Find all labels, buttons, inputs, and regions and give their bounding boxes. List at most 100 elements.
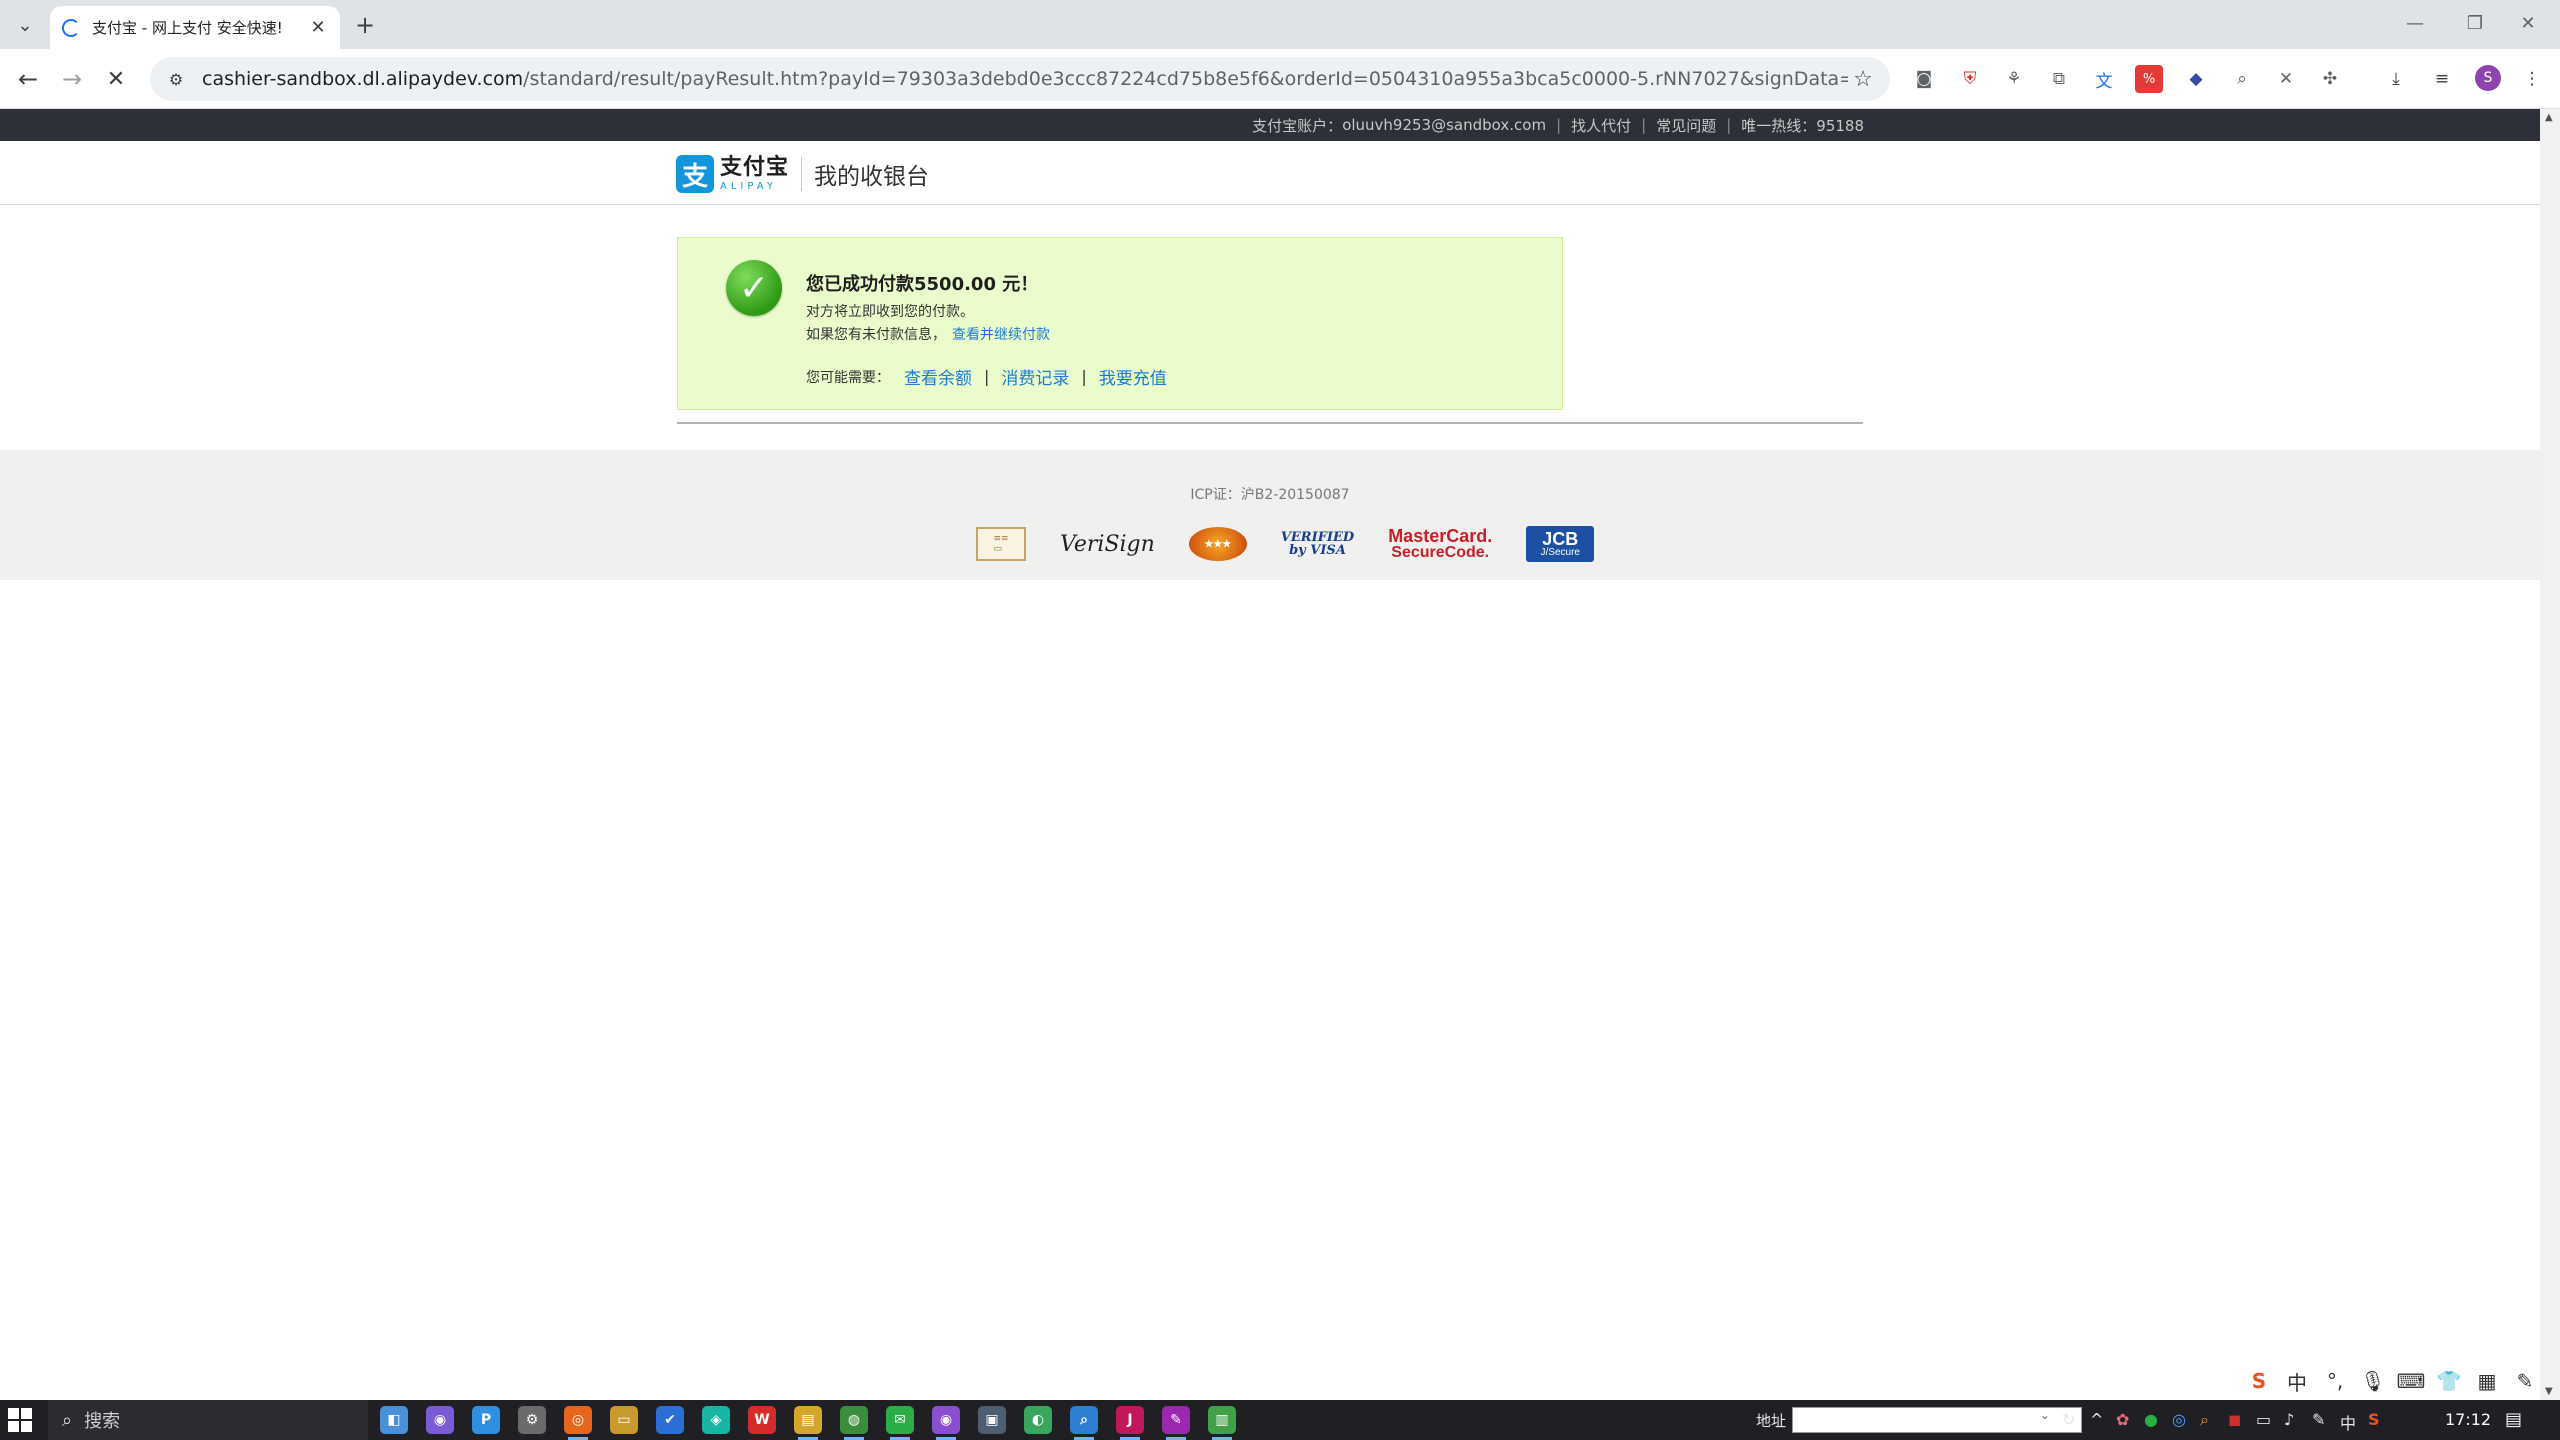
bookmark-star-icon[interactable]: ☆: [1848, 64, 1878, 94]
pen-icon[interactable]: ✎: [2312, 1410, 2325, 1429]
top-up-link[interactable]: 我要充值: [1099, 364, 1167, 389]
percent-extension-icon[interactable]: %: [2135, 65, 2163, 93]
suggested-actions-label: 您可能需要：: [806, 369, 890, 386]
logo-cn-text: 支付宝: [720, 154, 790, 180]
browser-toolbar: ← → ✕ ⚙ cashier-sandbox.dl.alipaydev.com…: [0, 49, 2560, 109]
restore-button[interactable]: ❐: [2455, 8, 2495, 38]
tray-app-icon[interactable]: ◼: [2228, 1410, 2241, 1429]
sogou-tray-icon[interactable]: S: [2368, 1410, 2380, 1429]
start-button-icon[interactable]: [8, 1408, 32, 1432]
taskbar-settings-icon[interactable]: ⚙: [518, 1406, 546, 1434]
taskbar-app-icon[interactable]: ⌕: [1070, 1406, 1098, 1440]
scroll-up-icon[interactable]: ▲: [2545, 112, 2553, 123]
x-extension-icon[interactable]: ✕: [2272, 65, 2300, 93]
stop-loading-button[interactable]: ✕: [100, 63, 132, 95]
taskbar-app-icon[interactable]: ▥: [1208, 1406, 1236, 1440]
verified-by-visa-badge[interactable]: VERIFIED by VISA: [1281, 526, 1354, 562]
new-tab-button[interactable]: +: [352, 11, 378, 39]
screenshot-extension-icon[interactable]: ◙: [1910, 65, 1938, 93]
success-title: 您已成功付款5500.00 元！: [806, 274, 1039, 295]
proxy-pay-link[interactable]: 找人代付: [1571, 115, 1631, 136]
browser-menu-icon[interactable]: ⋮: [2518, 65, 2546, 93]
address-bar[interactable]: ⚙ cashier-sandbox.dl.alipaydev.com/stand…: [150, 57, 1890, 101]
url-text[interactable]: cashier-sandbox.dl.alipaydev.com/standar…: [202, 68, 1848, 90]
taskbar-app-icon[interactable]: P: [472, 1406, 500, 1434]
punctuation-icon[interactable]: °,: [2316, 1369, 2354, 1393]
ecommerce-credit-badge-icon[interactable]: ★★★: [1188, 527, 1247, 561]
certificate-badge-icon[interactable]: ≡≡ ▭: [976, 527, 1026, 561]
tab-title: 支付宝 - 网上支付 安全快速!: [92, 19, 283, 37]
back-button[interactable]: ←: [12, 63, 44, 95]
jcb-jsecure-badge[interactable]: JCB J/Secure: [1526, 526, 1595, 562]
taskbar-explorer-icon[interactable]: ▤: [794, 1406, 822, 1440]
toolbox-grid-icon[interactable]: ▦: [2468, 1369, 2506, 1393]
microphone-icon[interactable]: 🎙: [2354, 1369, 2392, 1393]
extensions-puzzle-icon[interactable]: ✣: [2316, 65, 2344, 93]
translate-extension-icon[interactable]: 文: [2090, 65, 2118, 93]
minimize-button[interactable]: —: [2395, 8, 2435, 38]
close-window-button[interactable]: ✕: [2508, 8, 2548, 38]
taskbar-app-icon[interactable]: ✎: [1162, 1406, 1190, 1440]
spending-record-link[interactable]: 消费记录: [1001, 364, 1069, 389]
taskbar-wechat-icon[interactable]: ✉: [886, 1406, 914, 1440]
ime-toolbar: S 中 °, 🎙 ⌨ 👕 ▦ ✎: [2240, 1364, 2544, 1398]
ime-extra-icon[interactable]: ✎: [2506, 1369, 2544, 1393]
icp-license: ICP证：沪B2-20150087: [1190, 487, 1350, 503]
network-icon[interactable]: ▭: [2256, 1410, 2271, 1429]
shield-extension-icon[interactable]: ⛨: [1956, 65, 1984, 93]
active-tab[interactable]: 支付宝 - 网上支付 安全快速! ✕: [50, 6, 340, 49]
download-icon[interactable]: ⤓: [2382, 65, 2410, 93]
tab-search-button[interactable]: ⌄: [10, 12, 40, 38]
taskbar-app-icon[interactable]: ◐: [1024, 1406, 1052, 1434]
taskbar-app-icon[interactable]: ◉: [426, 1406, 454, 1434]
layers-extension-icon[interactable]: ◆: [2182, 65, 2210, 93]
volume-icon[interactable]: ♪: [2284, 1410, 2294, 1429]
logo-en-text: ALIPAY: [720, 180, 777, 192]
ime-mode-toggle[interactable]: 中: [2278, 1367, 2316, 1396]
tray-wechat-icon[interactable]: ●: [2144, 1410, 2158, 1429]
payee-notice: 对方将立即收到您的付款。: [806, 304, 974, 320]
profile-avatar[interactable]: S: [2475, 65, 2501, 91]
tray-overflow-icon[interactable]: ^: [2090, 1410, 2103, 1429]
media-control-icon[interactable]: ≡: [2428, 65, 2456, 93]
notification-center-icon[interactable]: ▤: [2505, 1409, 2522, 1430]
scroll-down-icon[interactable]: ▼: [2545, 1386, 2553, 1397]
verisign-badge[interactable]: VeriSign: [1060, 526, 1155, 562]
sogou-ime-icon[interactable]: S: [2240, 1369, 2278, 1393]
taskbar-app-icon[interactable]: ◉: [932, 1406, 960, 1440]
suggested-actions: 您可能需要： 查看余额 | 消费记录 | 我要充值: [806, 364, 1167, 389]
refresh-icon[interactable]: ↻: [2062, 1410, 2075, 1429]
taskbar-chrome-icon[interactable]: ◍: [840, 1406, 868, 1440]
taskbar-ide-icon[interactable]: J: [1116, 1406, 1144, 1440]
unpaid-notice-text: 如果您有未付款信息，: [806, 327, 946, 343]
mastercard-securecode-badge[interactable]: MasterCard. SecureCode.: [1388, 526, 1492, 562]
address-toolbar-input[interactable]: [1792, 1407, 2082, 1433]
taskbar-app-icon[interactable]: ◧: [380, 1406, 408, 1434]
taskbar-app-icon[interactable]: ✔: [656, 1406, 684, 1434]
tray-search-icon[interactable]: ⌕: [2200, 1410, 2209, 1430]
forward-button[interactable]: →: [56, 63, 88, 95]
page-scrollbar[interactable]: [2540, 109, 2560, 1400]
taskbar-app-icon[interactable]: ▣: [978, 1406, 1006, 1434]
skin-icon[interactable]: 👕: [2430, 1369, 2468, 1393]
taskbar-firefox-icon[interactable]: ◎: [564, 1406, 592, 1440]
keyboard-icon[interactable]: ⌨: [2392, 1369, 2430, 1393]
tray-app-icon[interactable]: ✿: [2116, 1410, 2129, 1429]
taskbar-folder-icon[interactable]: ▭: [610, 1406, 638, 1434]
tab-close-icon[interactable]: ✕: [308, 17, 328, 38]
network-extension-icon[interactable]: ⚘: [2000, 65, 2028, 93]
chevron-down-icon[interactable]: ⌄: [2040, 1408, 2050, 1422]
input-language-indicator[interactable]: 中: [2340, 1410, 2356, 1434]
tray-app-icon[interactable]: ◎: [2172, 1410, 2186, 1429]
alipay-logo[interactable]: 支 支付宝 ALIPAY 我的收银台: [676, 154, 929, 194]
check-balance-link[interactable]: 查看余额: [904, 364, 972, 389]
taskbar-search[interactable]: ⌕ 搜索: [48, 1400, 368, 1440]
taskbar-wps-icon[interactable]: W: [748, 1406, 776, 1434]
taskbar-app-icon[interactable]: ◈: [702, 1406, 730, 1434]
continue-payment-link[interactable]: 查看并继续付款: [952, 327, 1050, 343]
search-extension-icon[interactable]: ⌕: [2228, 65, 2256, 93]
taskbar-clock[interactable]: 17:12: [2445, 1410, 2491, 1429]
faq-link[interactable]: 常见问题: [1656, 115, 1716, 136]
copy-extension-icon[interactable]: ⧉: [2045, 65, 2073, 93]
site-info-icon[interactable]: ⚙: [164, 67, 188, 91]
